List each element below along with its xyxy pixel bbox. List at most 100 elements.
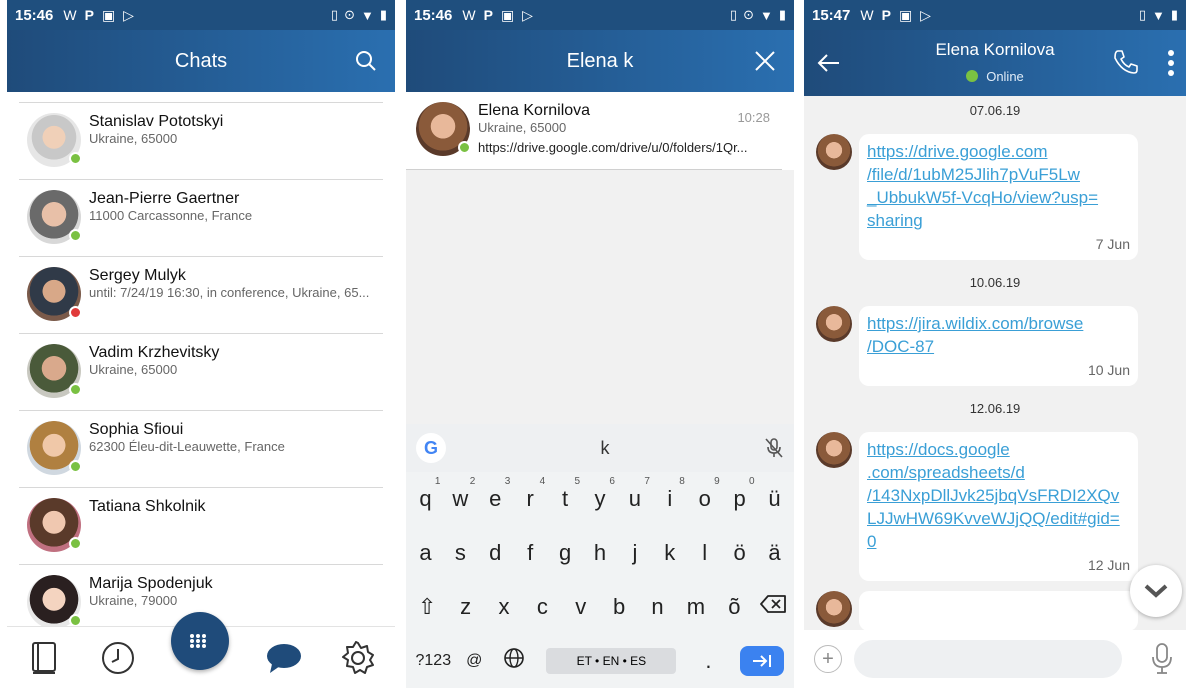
message-link[interactable]: https://docs.google .com/spreadsheets/d/1… <box>867 438 1130 553</box>
tab-phonebook[interactable] <box>24 638 64 678</box>
search-button[interactable] <box>353 48 379 74</box>
google-icon[interactable]: G <box>416 433 446 463</box>
chat-list-item[interactable]: Sergey Mulyk until: 7/24/19 16:30, in con… <box>19 256 383 333</box>
contact-name: Sophia Sfioui <box>89 421 184 438</box>
key[interactable]: f <box>513 540 547 566</box>
contact-location: Ukraine, 65000 <box>478 120 567 135</box>
online-status-dot <box>69 614 82 626</box>
message-link-line: 0 <box>867 532 877 551</box>
status-time: 15:46 <box>15 6 54 24</box>
symbols-key[interactable]: ?123 <box>416 652 452 670</box>
cast-notification-icon: ▷ <box>522 6 533 23</box>
wifi-icon: ▼ <box>759 7 773 23</box>
tab-settings[interactable] <box>338 638 378 678</box>
key[interactable]: a <box>408 540 442 566</box>
history-icon <box>102 641 134 674</box>
key[interactable]: y6 <box>583 476 617 512</box>
key[interactable]: z <box>449 594 483 620</box>
at-key[interactable]: @ <box>466 652 482 670</box>
period-key[interactable]: . <box>691 648 725 674</box>
key[interactable]: j <box>618 540 652 566</box>
key[interactable]: h <box>583 540 617 566</box>
chats-screen: 15:46 W P ▣ ▷ ▯ ⊙ ▼ ▮ Chats Stanislav Po… <box>7 0 395 688</box>
key[interactable]: q1 <box>408 476 442 512</box>
search-input[interactable]: Elena k <box>567 50 634 73</box>
call-button[interactable] <box>1112 48 1140 76</box>
message: https://drive.google.com/file/d/1ubM25Jl… <box>804 134 1186 260</box>
enter-key[interactable] <box>740 646 785 676</box>
contact-name: Tatiana Shkolnik <box>89 498 206 515</box>
key[interactable]: x <box>487 594 521 620</box>
key[interactable]: l <box>688 540 722 566</box>
system-icons: ▯ ⊙ ▼ ▮ <box>331 7 387 23</box>
contact-name: Elena Kornilova <box>478 102 591 119</box>
dialpad-button[interactable] <box>171 612 229 670</box>
chat-list-item[interactable]: Jean-Pierre Gaertner 11000 Carcassonne, F… <box>19 179 383 256</box>
key[interactable]: r4 <box>513 476 547 512</box>
key[interactable]: u7 <box>618 476 652 512</box>
chat-list-item[interactable]: Sophia Sfioui 62300 Éleu-dit-Leauwette, F… <box>19 410 383 487</box>
notification-icons: W P ▣ ▷ <box>462 7 533 24</box>
key[interactable]: e3 <box>478 476 512 512</box>
key[interactable]: w2 <box>443 476 477 512</box>
message-link-line: https://docs.google <box>867 440 1010 459</box>
message-link[interactable]: https://drive.google.com/file/d/1ubM25Jl… <box>867 140 1130 232</box>
key[interactable]: ä <box>758 540 792 566</box>
suggestion[interactable]: k <box>446 438 764 459</box>
search-result-row[interactable]: Elena Kornilova Ukraine, 65000 https://d… <box>406 92 782 170</box>
globe-icon <box>504 648 525 668</box>
key[interactable]: ü <box>758 486 792 512</box>
key[interactable]: c <box>525 594 559 620</box>
message-input[interactable] <box>854 640 1122 678</box>
key[interactable]: d <box>478 540 512 566</box>
key[interactable]: ö <box>723 540 757 566</box>
tab-chats[interactable] <box>264 638 304 678</box>
date-separator: 07.06.19 <box>969 103 1021 118</box>
mic-off-icon[interactable] <box>764 437 784 459</box>
key-label: r <box>526 486 534 511</box>
online-status-dot <box>69 537 82 550</box>
key-label: w <box>452 486 469 511</box>
key[interactable]: i8 <box>653 476 687 512</box>
key[interactable]: t5 <box>548 476 582 512</box>
space-key[interactable]: ET • EN • ES <box>546 648 677 674</box>
mic-icon <box>1152 643 1172 674</box>
shift-key[interactable]: ⇧ <box>410 594 444 620</box>
sender-avatar <box>816 134 852 170</box>
message-link[interactable]: https://jira.wildix.com/browse/DOC-87 <box>867 312 1130 358</box>
key-label: ü <box>768 486 781 511</box>
key[interactable]: o9 <box>688 476 722 512</box>
contact-name: Vadim Krzhevitsky <box>89 344 220 361</box>
key[interactable]: g <box>548 540 582 566</box>
key[interactable]: v <box>564 594 598 620</box>
screen-notification-icon: ▣ <box>898 6 913 23</box>
system-icons: ▯ ▼ ▮ <box>1139 7 1178 23</box>
chat-list-item[interactable]: Stanislav Pototskyi Ukraine, 65000 <box>19 102 383 179</box>
attach-button[interactable]: + <box>814 645 842 673</box>
key[interactable]: s <box>443 540 477 566</box>
chat-list-item[interactable]: Tatiana Shkolnik <box>19 487 383 564</box>
chat-list-item[interactable]: Vadim Krzhevitsky Ukraine, 65000 <box>19 333 383 410</box>
voice-message-button[interactable] <box>1148 642 1176 676</box>
backspace-icon <box>759 595 786 613</box>
page-title: Chats <box>174 49 228 72</box>
contact-status-text: 11000 Carcassonne, France <box>89 208 253 223</box>
conversation-screen: 15:47 W P ▣ ▷ ▯ ▼ ▮ Elena Kornilova Onli… <box>804 0 1186 688</box>
status-time: 15:46 <box>414 6 453 24</box>
more-options-button[interactable] <box>1166 48 1176 78</box>
key[interactable]: p0 <box>723 476 757 512</box>
scroll-to-bottom-button[interactable] <box>1130 565 1182 617</box>
language-key[interactable] <box>497 647 531 675</box>
backspace-key[interactable] <box>756 594 790 620</box>
message-link-line: .com/spreadsheets/d <box>867 463 1025 482</box>
key[interactable]: n <box>641 594 675 620</box>
message-bubble: https://docs.google .com/spreadsheets/d/1… <box>859 432 1138 581</box>
key[interactable]: k <box>653 540 687 566</box>
clear-search-button[interactable] <box>752 48 778 74</box>
avatar <box>27 575 82 626</box>
key[interactable]: b <box>602 594 636 620</box>
tab-history[interactable] <box>98 638 138 678</box>
key[interactable]: m <box>679 594 713 620</box>
key[interactable]: õ <box>717 594 751 620</box>
online-status-dot <box>966 70 979 82</box>
